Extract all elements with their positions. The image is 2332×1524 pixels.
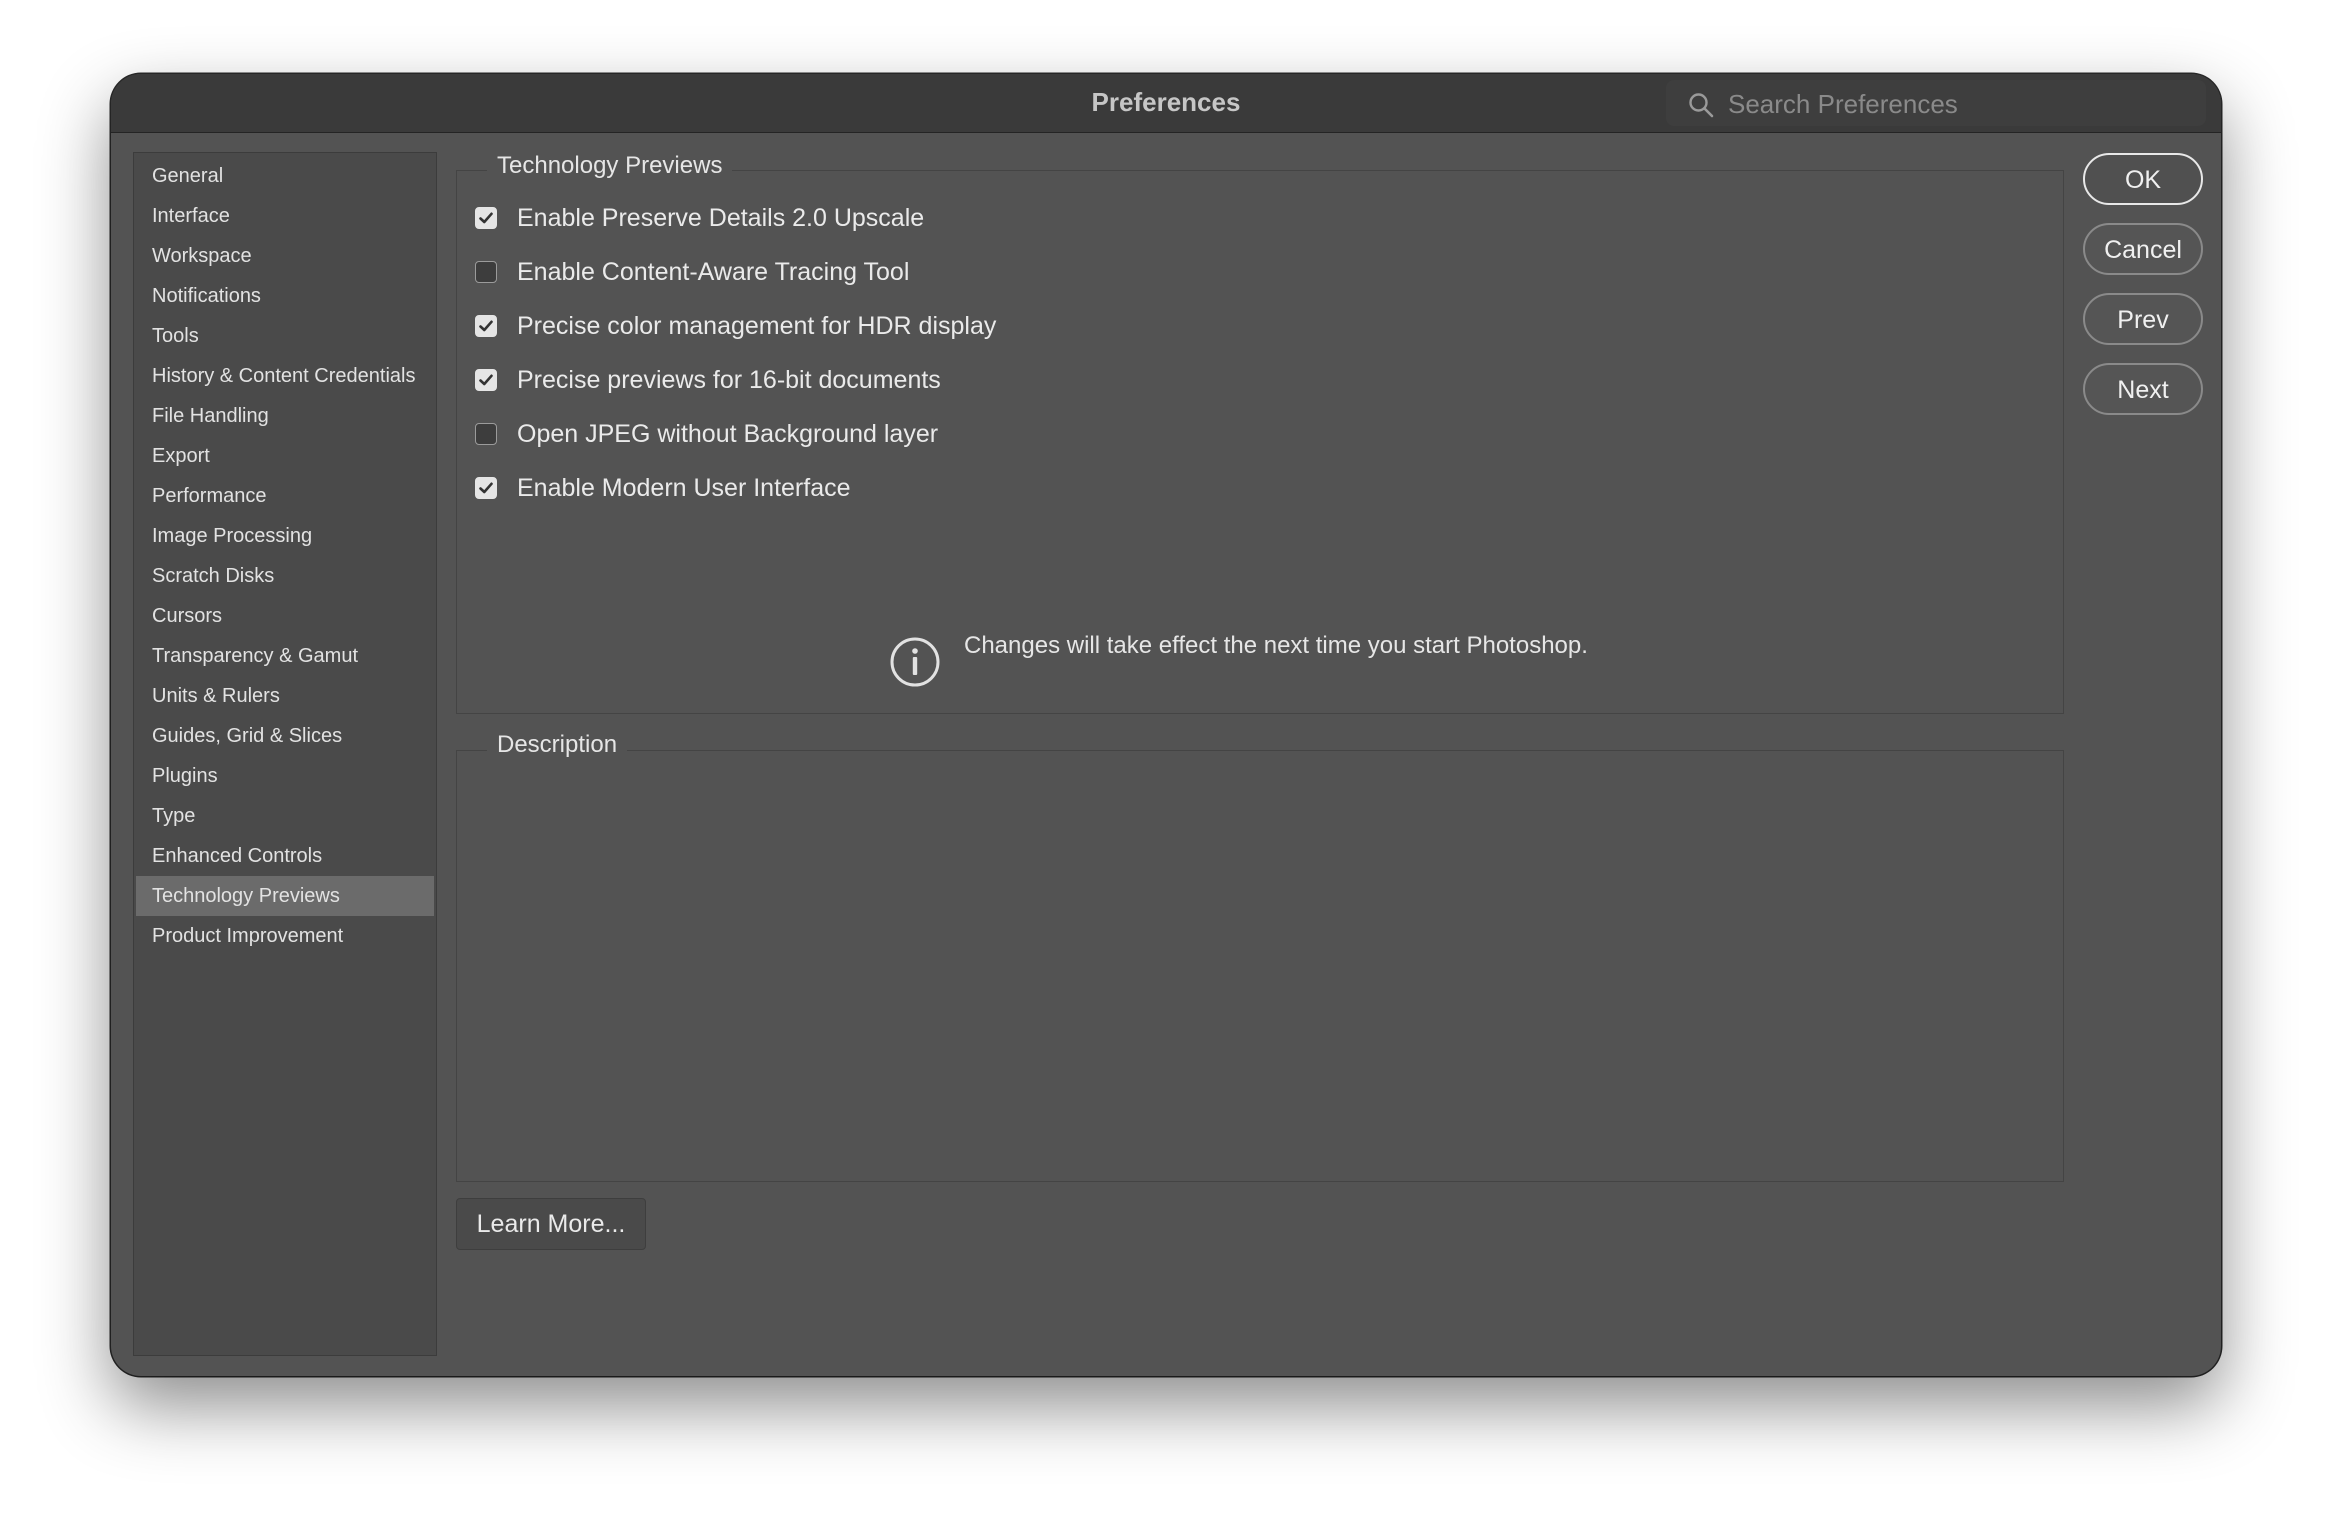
option-precise-color-management-for-hdr-display[interactable]: Precise color management for HDR display xyxy=(475,306,996,346)
sidebar-item-history-and-content-credentials[interactable]: History & Content Credentials xyxy=(134,356,436,396)
sidebar-item-cursors[interactable]: Cursors xyxy=(134,596,436,636)
option-label: Enable Content-Aware Tracing Tool xyxy=(517,257,910,286)
search-input[interactable] xyxy=(1726,84,2190,124)
checkmark-icon xyxy=(479,482,493,494)
option-label: Enable Modern User Interface xyxy=(517,473,851,502)
option-precise-previews-for-16-bit-documents[interactable]: Precise previews for 16-bit documents xyxy=(475,360,941,400)
preferences-dialog: Preferences GeneralInterfaceWorkspaceNot… xyxy=(111,74,2221,1376)
next-button[interactable]: Next xyxy=(2083,363,2203,415)
checkbox[interactable] xyxy=(475,207,497,229)
option-label: Precise previews for 16-bit documents xyxy=(517,365,941,394)
sidebar-item-export[interactable]: Export xyxy=(134,436,436,476)
checkmark-icon xyxy=(479,212,493,224)
sidebar-item-type[interactable]: Type xyxy=(134,796,436,836)
title-bar[interactable]: Preferences xyxy=(111,74,2221,133)
restart-notice: Changes will take effect the next time y… xyxy=(964,632,1588,659)
sidebar-item-scratch-disks[interactable]: Scratch Disks xyxy=(134,556,436,596)
option-enable-content-aware-tracing-tool[interactable]: Enable Content-Aware Tracing Tool xyxy=(475,252,909,292)
category-sidebar: General Interface Workspace Notifications To… xyxy=(133,152,437,1356)
sidebar-item-enhanced-controls[interactable]: Enhanced Controls xyxy=(134,836,436,876)
checkbox[interactable] xyxy=(475,423,497,445)
sidebar-item-general[interactable]: General xyxy=(134,156,436,196)
sidebar-item-performance[interactable]: Performance xyxy=(134,476,436,516)
search-box[interactable] xyxy=(1666,80,2206,126)
option-open-jpeg-without-background-layer[interactable]: Open JPEG without Background layer xyxy=(475,414,938,454)
prev-button[interactable]: Prev xyxy=(2083,293,2203,345)
checkmark-icon xyxy=(479,374,493,386)
sidebar-item-technology-previews[interactable]: Technology Previews xyxy=(136,876,434,916)
sidebar-item-guides-grid-and-slices[interactable]: Guides, Grid & Slices xyxy=(134,716,436,756)
checkbox[interactable] xyxy=(475,369,497,391)
ok-button[interactable]: OK xyxy=(2083,153,2203,205)
sidebar-item-image-processing[interactable]: Image Processing xyxy=(134,516,436,556)
description-group xyxy=(456,750,2064,1182)
option-label: Precise color management for HDR display xyxy=(517,311,997,340)
checkbox[interactable] xyxy=(475,315,497,337)
sidebar-item-tools[interactable]: Tools xyxy=(134,316,436,356)
sidebar-item-interface[interactable]: Interface xyxy=(134,196,436,236)
info-icon xyxy=(890,637,940,687)
option-enable-preserve-details-2-0-upscale[interactable]: Enable Preserve Details 2.0 Upscale xyxy=(475,198,924,238)
sidebar-item-units-and-rulers[interactable]: Units & Rulers xyxy=(134,676,436,716)
option-enable-modern-user-interface[interactable]: Enable Modern User Interface xyxy=(475,468,851,508)
option-label: Enable Preserve Details 2.0 Upscale xyxy=(517,203,925,232)
sidebar-item-transparency-and-gamut[interactable]: Transparency & Gamut xyxy=(134,636,436,676)
technology-previews-group-label: Technology Previews xyxy=(487,152,733,180)
checkmark-icon xyxy=(479,320,493,332)
sidebar-item-file-handling[interactable]: File Handling xyxy=(134,396,436,436)
description-group-label: Description xyxy=(487,731,628,759)
sidebar-item-notifications[interactable]: Notifications xyxy=(134,276,436,316)
checkbox[interactable] xyxy=(475,261,497,283)
category-list: General Interface Workspace Notifications To… xyxy=(134,153,436,956)
cancel-button[interactable]: Cancel xyxy=(2083,223,2203,275)
learn-more-button[interactable]: Learn More... xyxy=(456,1198,646,1250)
sidebar-item-plugins[interactable]: Plugins xyxy=(134,756,436,796)
option-label: Open JPEG without Background layer xyxy=(517,419,939,448)
checkbox[interactable] xyxy=(475,477,497,499)
sidebar-item-workspace[interactable]: Workspace xyxy=(134,236,436,276)
search-icon xyxy=(1689,93,1714,118)
sidebar-item-product-improvement[interactable]: Product Improvement xyxy=(134,916,436,956)
